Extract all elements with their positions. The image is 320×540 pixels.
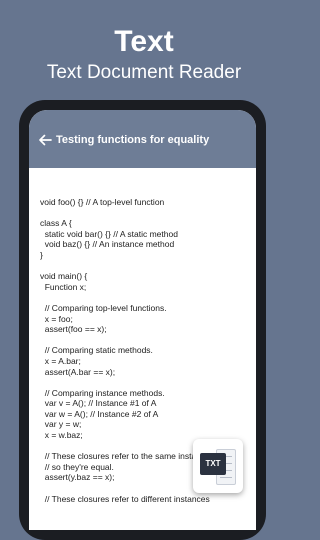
document-line: // These closures refer to different ins… xyxy=(40,493,210,504)
txt-label: TXT xyxy=(200,453,226,475)
document-line: x = foo; xyxy=(40,313,73,324)
document-line: // Comparing top-level functions. xyxy=(40,302,167,313)
document-title: Testing functions for equality xyxy=(56,134,210,146)
document-line: assert(A.bar == x); xyxy=(40,366,116,377)
document-line: var w = A(); // Instance #2 of A xyxy=(40,408,159,419)
document-line: var v = A(); // Instance #1 of A xyxy=(40,398,157,409)
document-line: // Comparing static methods. xyxy=(40,345,153,356)
document-line: void baz() {} // An instance method xyxy=(40,239,175,250)
txt-file-icon: TXT xyxy=(193,439,243,493)
document-line: void foo() {} // A top-level function xyxy=(40,197,165,207)
document-line: Function x; xyxy=(40,281,87,292)
arrow-left-icon[interactable] xyxy=(38,133,52,147)
document-line: assert(foo == x); xyxy=(40,324,107,335)
document-line: } xyxy=(40,249,43,260)
document-line: var y = w; xyxy=(40,419,82,430)
promo-title: Text xyxy=(114,25,174,58)
document-line: x = A.bar; xyxy=(40,355,81,366)
document-line: void main() { xyxy=(40,271,88,282)
app-bar: Testing functions for equality xyxy=(29,110,256,168)
promo-subtitle: Text Document Reader xyxy=(46,62,242,83)
document-line: // Comparing instance methods. xyxy=(40,387,165,398)
document-line: static void bar() {} // A static method xyxy=(40,228,178,239)
document-line: class A { xyxy=(40,218,72,229)
